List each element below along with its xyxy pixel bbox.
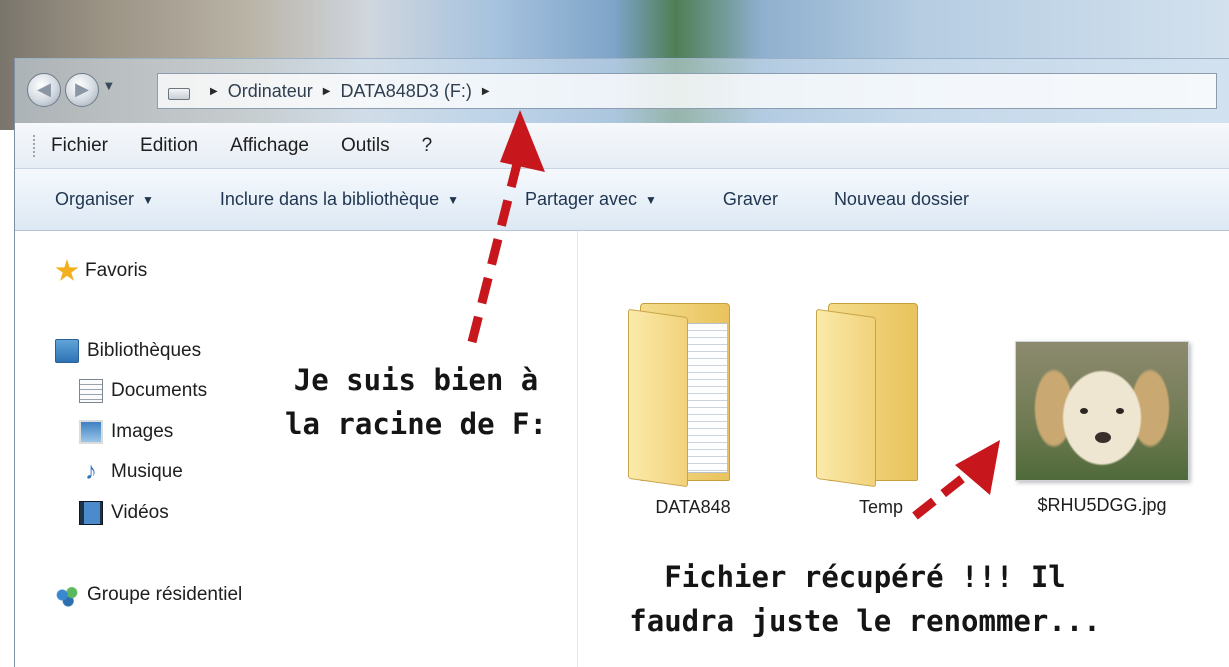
include-label: Inclure dans la bibliothèque: [219, 189, 440, 209]
menu-edit[interactable]: Edition: [140, 135, 198, 157]
menubar-grip: [33, 134, 37, 157]
menu-help[interactable]: ?: [422, 135, 433, 157]
nav-images-label: Images: [111, 421, 174, 442]
folder-front: [816, 308, 876, 488]
share-with-button[interactable]: Partager avec ▼: [525, 189, 657, 210]
image-file-item[interactable]: $RHU5DGG.jpg: [1002, 341, 1202, 516]
folder-front: [628, 308, 688, 488]
organize-button[interactable]: Organiser ▼: [55, 189, 154, 210]
thumbnail-detail: [1116, 408, 1124, 414]
document-icon: [79, 379, 103, 403]
organize-label: Organiser: [55, 189, 135, 209]
image-icon: [79, 420, 103, 444]
forward-arrow-icon[interactable]: ▶: [65, 73, 99, 107]
nav-documents[interactable]: Documents: [79, 379, 207, 403]
nav-libraries[interactable]: Bibliothèques: [55, 339, 201, 363]
address-bar[interactable]: ▶ Ordinateur ▶ DATA848D3 (F:) ▶: [157, 73, 1217, 109]
nav-favorites-label: Favoris: [85, 260, 148, 281]
breadcrumb-computer[interactable]: Ordinateur: [228, 81, 313, 102]
thumbnail-detail: [1095, 432, 1111, 443]
chevron-down-icon: ▼: [142, 192, 154, 207]
nav-libraries-label: Bibliothèques: [87, 340, 202, 361]
nav-music-label: Musique: [111, 461, 183, 482]
burn-button[interactable]: Graver: [723, 189, 778, 210]
homegroup-icon: [55, 583, 79, 607]
menu-file[interactable]: Fichier: [51, 135, 108, 157]
breadcrumb-separator-icon[interactable]: ▶: [482, 86, 490, 97]
breadcrumb-drive[interactable]: DATA848D3 (F:): [340, 81, 471, 102]
library-icon: [55, 339, 79, 363]
drive-icon: [168, 88, 190, 100]
nav-videos[interactable]: Vidéos: [79, 501, 169, 525]
menu-view[interactable]: Affichage: [230, 135, 309, 157]
recent-pages-chevron-down-icon[interactable]: ▼: [105, 81, 113, 92]
thumbnail-detail: [1080, 408, 1088, 414]
chevron-down-icon: ▼: [447, 192, 459, 207]
back-arrow-icon[interactable]: ◀: [27, 73, 61, 107]
annotation-root-line1: Je suis bien à: [293, 363, 539, 397]
music-note-icon: ♪: [85, 458, 97, 485]
nav-videos-label: Vidéos: [111, 502, 169, 523]
nav-documents-label: Documents: [111, 380, 208, 401]
menu-tools[interactable]: Outils: [341, 135, 390, 157]
annotation-recovered-line2: faudra juste le renommer...: [629, 604, 1101, 638]
navigation-pane: Favoris Bibliothèques Documents Images ♪…: [15, 231, 578, 667]
menu-bar: Fichier Edition Affichage Outils ?: [15, 123, 1229, 169]
folder-icon: [816, 303, 946, 488]
nav-homegroup-label: Groupe résidentiel: [87, 584, 243, 605]
dog-photo-thumbnail: [1015, 341, 1189, 481]
folder-icon: [628, 303, 758, 488]
include-in-library-button[interactable]: Inclure dans la bibliothèque ▼: [220, 189, 459, 210]
annotation-root-line2: la racine de F:: [285, 407, 547, 441]
nav-music[interactable]: ♪ Musique: [79, 460, 183, 484]
new-folder-button[interactable]: Nouveau dossier: [834, 189, 969, 210]
share-label: Partager avec: [524, 189, 638, 209]
folder-name: DATA848: [655, 497, 731, 517]
nav-favorites[interactable]: Favoris: [55, 259, 147, 283]
chevron-down-icon: ▼: [645, 192, 657, 207]
breadcrumb-separator-icon[interactable]: ▶: [210, 86, 218, 97]
command-bar: Organiser ▼ Inclure dans la bibliothèque…: [15, 169, 1229, 231]
breadcrumb-separator-icon[interactable]: ▶: [323, 86, 331, 97]
annotation-recovered: Fichier récupéré !!! Il faudra juste le …: [600, 555, 1130, 643]
folder-item[interactable]: Temp: [806, 303, 956, 518]
nav-images[interactable]: Images: [79, 420, 173, 444]
navigation-row: ◀ ▶ ▼ ▶ Ordinateur ▶ DATA848D3 (F:) ▶: [15, 59, 1229, 123]
folder-item[interactable]: DATA848: [618, 303, 768, 518]
folder-name: Temp: [858, 497, 903, 517]
film-icon: [79, 501, 103, 525]
star-icon: [55, 259, 79, 281]
file-name: $RHU5DGG.jpg: [1037, 495, 1167, 515]
nav-homegroup[interactable]: Groupe résidentiel: [55, 583, 242, 607]
annotation-root: Je suis bien à la racine de F:: [280, 358, 552, 446]
annotation-recovered-line1: Fichier récupéré !!! Il: [664, 560, 1066, 594]
